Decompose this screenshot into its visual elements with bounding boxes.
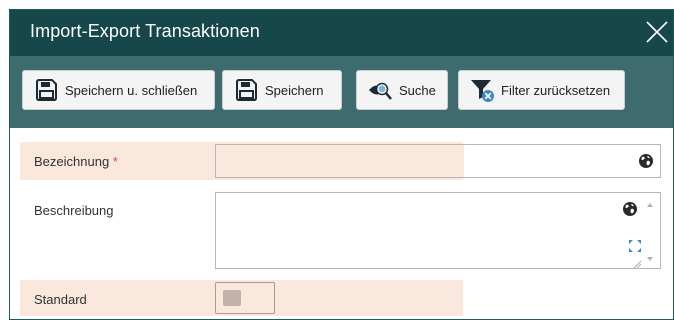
filter-reset-label: Filter zurücksetzen xyxy=(501,82,611,98)
toggle-knob[interactable] xyxy=(223,290,241,306)
toolbar: Speichern u. schließen Speichern Suche F… xyxy=(10,56,673,128)
search-label: Suche xyxy=(399,82,436,98)
save-label: Speichern xyxy=(265,82,324,98)
close-icon[interactable] xyxy=(641,16,671,46)
save-icon xyxy=(33,77,59,103)
save-button[interactable]: Speichern xyxy=(222,70,342,110)
dialog-titlebar: Import-Export Transaktionen xyxy=(10,10,673,56)
import-export-dialog: Import-Export Transaktionen Speichern u.… xyxy=(9,9,674,320)
dialog-title: Import-Export Transaktionen xyxy=(30,21,260,41)
beschreibung-textarea[interactable] xyxy=(215,192,661,269)
bezeichnung-label: Bezeichnung * xyxy=(34,154,118,169)
standard-toggle[interactable] xyxy=(215,282,275,314)
form-area: Bezeichnung * Beschreibung Standard xyxy=(10,128,673,319)
save-icon xyxy=(233,77,259,103)
beschreibung-label: Beschreibung xyxy=(34,203,114,218)
standard-label: Standard xyxy=(34,292,87,307)
save-and-close-button[interactable]: Speichern u. schließen xyxy=(22,70,215,110)
expand-icon[interactable] xyxy=(628,239,642,253)
search-button[interactable]: Suche xyxy=(356,70,448,110)
bezeichnung-input[interactable] xyxy=(215,144,661,178)
textarea-scrollbar[interactable] xyxy=(644,197,656,267)
search-icon xyxy=(367,77,393,103)
globe-icon[interactable] xyxy=(638,153,654,169)
required-marker: * xyxy=(112,154,118,169)
bezeichnung-label-text: Bezeichnung xyxy=(34,154,110,169)
filter-reset-button[interactable]: Filter zurücksetzen xyxy=(458,70,625,110)
save-and-close-label: Speichern u. schließen xyxy=(65,82,198,98)
globe-icon[interactable] xyxy=(622,201,638,217)
filter-reset-icon xyxy=(469,77,495,103)
resize-handle-icon[interactable] xyxy=(632,256,642,269)
